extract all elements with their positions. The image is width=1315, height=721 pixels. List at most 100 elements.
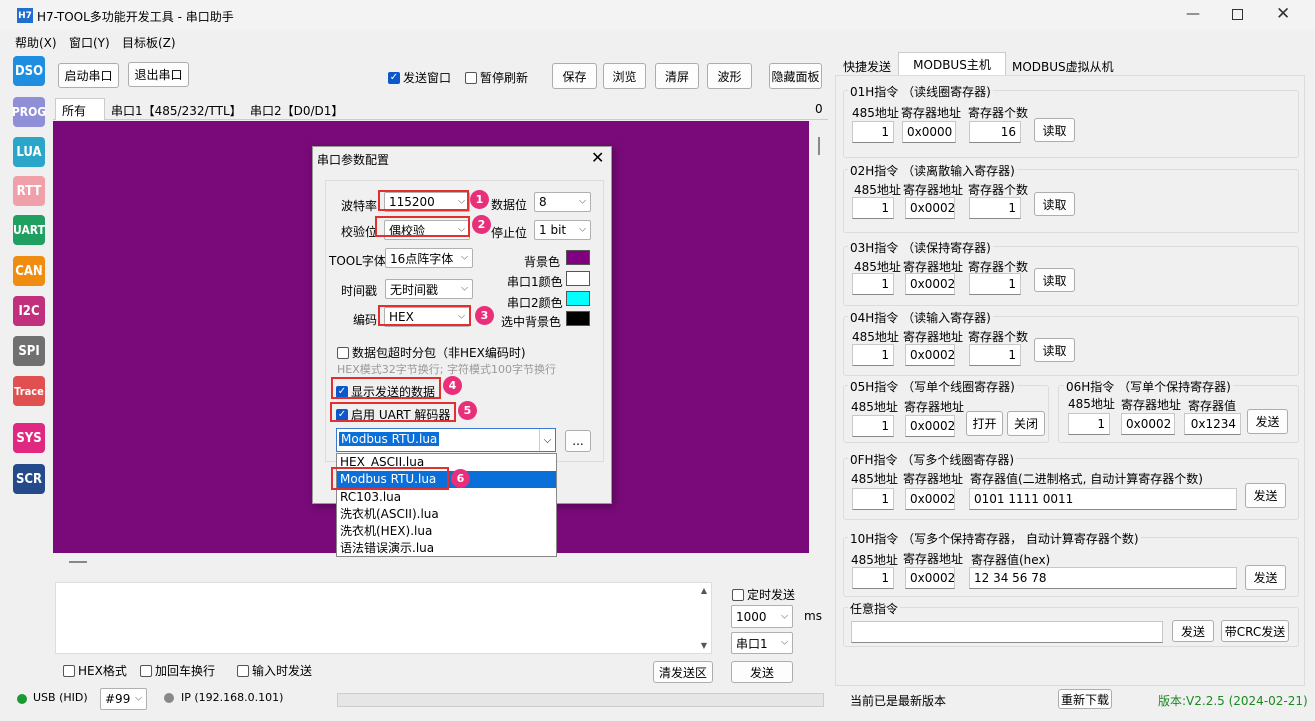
hex-format-checkbox[interactable]: HEX格式 <box>63 662 127 679</box>
send-window-checkbox[interactable]: ✓ 发送窗口 <box>388 69 451 86</box>
tab-modbus-master[interactable]: MODBUS主机 <box>898 52 1006 76</box>
packet-timeout-checkbox[interactable]: 数据包超时分包（非HEX编码时) <box>337 344 526 361</box>
decoder-option[interactable]: 洗衣机(HEX).lua <box>337 523 556 540</box>
sidebar-tool-can[interactable]: CAN <box>13 256 45 286</box>
close-icon[interactable]: ✕ <box>1276 4 1290 24</box>
terminal-hscrollbar[interactable] <box>53 555 811 569</box>
pause-refresh-checkbox[interactable]: 暂停刷新 <box>465 69 528 86</box>
timed-send-checkbox[interactable]: 定时发送 <box>732 586 795 603</box>
g06-addr-input[interactable]: 1 <box>1068 413 1110 435</box>
clear-send-button[interactable]: 清发送区 <box>653 661 713 683</box>
g01-count-input[interactable]: 16 <box>969 121 1021 143</box>
tab-port1[interactable]: 串口1【485/232/TTL】 <box>111 102 242 119</box>
sidebar-tool-trace[interactable]: Trace <box>13 376 45 406</box>
tab-modbus-slave[interactable]: MODBUS虚拟从机 <box>1012 56 1114 76</box>
chevron-down-icon: ⌵ <box>461 252 468 263</box>
stopbits-select[interactable]: 1 bit ⌵ <box>534 220 591 240</box>
g01-reg-input[interactable]: 0x0000 <box>902 121 956 143</box>
sidebar-tool-prog[interactable]: PROG <box>12 97 46 127</box>
g05-addr-input[interactable]: 1 <box>852 415 894 437</box>
sidebar-tool-sys[interactable]: SYS <box>13 423 45 453</box>
decoder-option[interactable]: RC103.lua <box>337 489 556 506</box>
port2-color-swatch[interactable] <box>566 291 590 306</box>
sidebar-tool-spi[interactable]: SPI <box>13 336 45 366</box>
g06-send-button[interactable]: 发送 <box>1247 409 1288 434</box>
g02-count-input[interactable]: 1 <box>969 197 1021 219</box>
sidebar-tool-rtt[interactable]: RTT <box>13 176 45 206</box>
maximize-icon[interactable] <box>1232 9 1243 20</box>
scroll-down-icon[interactable]: ▼ <box>701 641 707 650</box>
device-number-select[interactable]: #99 ⌵ <box>100 688 147 710</box>
timestamp-select[interactable]: 无时间戳 ⌵ <box>385 279 473 299</box>
bg-color-swatch[interactable] <box>566 250 590 265</box>
minimize-icon[interactable]: — <box>1186 6 1200 22</box>
send-on-input-checkbox[interactable]: 输入时发送 <box>237 662 312 679</box>
g03-read-button[interactable]: 读取 <box>1034 268 1075 292</box>
tab-all[interactable]: 所有 <box>55 98 105 120</box>
decoder-combobox[interactable]: Modbus RTU.lua ⌵ <box>336 428 556 452</box>
scroll-up-icon[interactable]: ▲ <box>701 586 707 595</box>
port1-color-swatch[interactable] <box>566 271 590 286</box>
g04-read-button[interactable]: 读取 <box>1034 338 1075 362</box>
menu-target[interactable]: 目标板(Z) <box>122 34 176 51</box>
g0f-value-input[interactable]: 0101 1111 0011 <box>969 488 1237 510</box>
g06-reg-input[interactable]: 0x0002 <box>1121 413 1175 435</box>
databits-select[interactable]: 8 ⌵ <box>534 192 591 212</box>
chevron-down-icon[interactable]: ⌵ <box>539 429 555 451</box>
save-button[interactable]: 保存 <box>552 63 597 89</box>
g10-reg-input[interactable]: 0x0002 <box>905 567 955 589</box>
send-button[interactable]: 发送 <box>731 661 793 683</box>
g01-addr-input[interactable]: 1 <box>852 121 894 143</box>
g03-count-input[interactable]: 1 <box>969 273 1021 295</box>
any-command-input[interactable] <box>851 621 1163 643</box>
sidebar-tool-uart[interactable]: UART <box>13 215 45 245</box>
g0f-send-button[interactable]: 发送 <box>1245 483 1286 508</box>
open-port-button[interactable]: 启动串口 <box>58 63 119 88</box>
any-crc-send-button[interactable]: 带CRC发送 <box>1221 620 1289 642</box>
g10-send-button[interactable]: 发送 <box>1245 565 1286 590</box>
add-crlf-checkbox[interactable]: 加回车换行 <box>140 662 215 679</box>
g10-addr-input[interactable]: 1 <box>852 567 894 589</box>
g02-read-button[interactable]: 读取 <box>1034 192 1075 216</box>
tab-port2[interactable]: 串口2【D0/D1】 <box>250 102 343 119</box>
sidebar-tool-dso[interactable]: DSO <box>13 56 45 86</box>
g10-value-input[interactable]: 12 34 56 78 <box>969 567 1237 589</box>
menu-help[interactable]: 帮助(X) <box>15 34 57 51</box>
terminal-vscrollbar[interactable] <box>812 121 828 555</box>
browse-button[interactable]: 浏览 <box>603 63 646 89</box>
g04-addr-input[interactable]: 1 <box>852 344 894 366</box>
hide-panel-button[interactable]: 隐藏面板 <box>769 63 822 89</box>
g06-value-input[interactable]: 0x1234 <box>1184 413 1241 435</box>
decoder-option[interactable]: 洗衣机(ASCII).lua <box>337 506 556 523</box>
dialog-close-icon[interactable]: ✕ <box>591 148 604 167</box>
g04-count-input[interactable]: 1 <box>969 344 1021 366</box>
wave-button[interactable]: 波形 <box>707 63 752 89</box>
decoder-browse-button[interactable]: ... <box>565 430 591 452</box>
g05-reg-input[interactable]: 0x0002 <box>905 415 955 437</box>
g02-reg-input[interactable]: 0x0002 <box>905 197 955 219</box>
clear-screen-button[interactable]: 清屏 <box>655 63 699 89</box>
sidebar-tool-scr[interactable]: SCR <box>13 464 45 494</box>
sidebar-tool-i2c[interactable]: I2C <box>13 296 45 326</box>
g02-addr-input[interactable]: 1 <box>852 197 894 219</box>
redownload-button[interactable]: 重新下载 <box>1058 689 1112 709</box>
font-select[interactable]: 16点阵字体 ⌵ <box>385 248 473 268</box>
send-interval-select[interactable]: 1000 ⌵ <box>731 605 793 628</box>
g01-read-button[interactable]: 读取 <box>1034 118 1075 142</box>
g05-open-button[interactable]: 打开 <box>966 411 1003 436</box>
tab-quick-send[interactable]: 快捷发送 <box>843 56 891 76</box>
g0f-addr-input[interactable]: 1 <box>852 488 894 510</box>
send-textarea[interactable]: ▲ ▼ <box>55 582 712 654</box>
send-port-select[interactable]: 串口1 ⌵ <box>731 632 793 654</box>
g04-reg-input[interactable]: 0x0002 <box>905 344 955 366</box>
g03-addr-input[interactable]: 1 <box>852 273 894 295</box>
sidebar-tool-lua[interactable]: LUA <box>13 137 45 167</box>
any-send-button[interactable]: 发送 <box>1172 620 1214 642</box>
g0f-reg-input[interactable]: 0x0002 <box>905 488 955 510</box>
g03-reg-input[interactable]: 0x0002 <box>905 273 955 295</box>
g05-close-button[interactable]: 关闭 <box>1007 411 1045 436</box>
close-port-button[interactable]: 退出串口 <box>128 62 189 87</box>
menu-window[interactable]: 窗口(Y) <box>69 34 110 51</box>
decoder-option[interactable]: 语法错误演示.lua <box>337 540 556 556</box>
select-bg-color-swatch[interactable] <box>566 311 590 326</box>
